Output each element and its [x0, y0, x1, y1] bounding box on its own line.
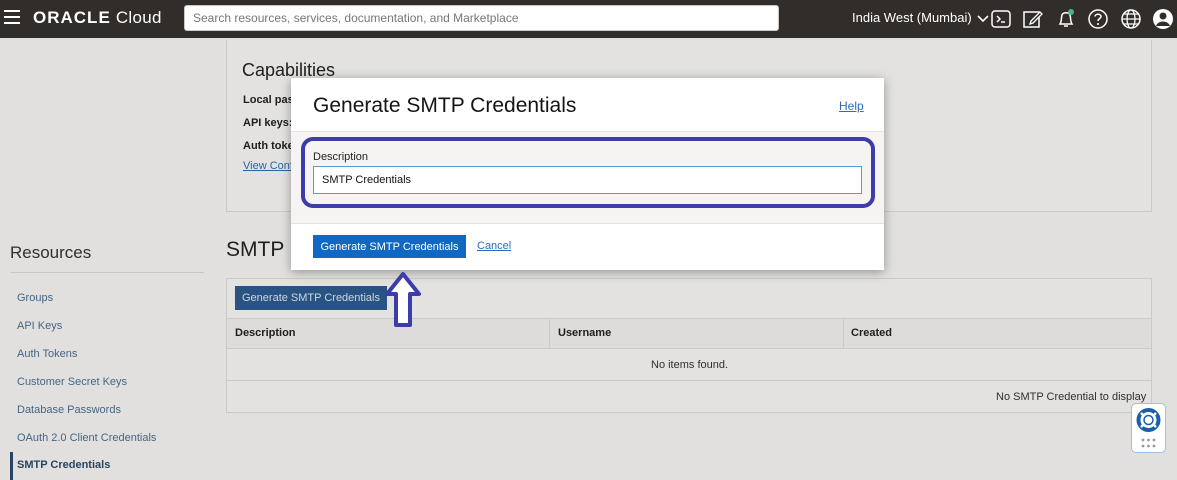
logo-brand: ORACLE: [33, 8, 111, 27]
dialog-title: Generate SMTP Credentials: [313, 94, 577, 117]
annotation-arrow-up-icon: [385, 272, 421, 327]
user-icon[interactable]: [1152, 8, 1174, 30]
logo-product: Cloud: [115, 8, 162, 27]
generate-smtp-credentials-submit-button[interactable]: Generate SMTP Credentials: [313, 235, 466, 258]
menu-icon[interactable]: [4, 10, 20, 24]
help-icon[interactable]: [1087, 8, 1109, 30]
annotation-highlight-ring: [301, 137, 875, 208]
region-label: India West (Mumbai): [852, 10, 972, 25]
help-link[interactable]: Help: [839, 99, 864, 113]
cloud-shell-icon[interactable]: [990, 8, 1012, 30]
oracle-cloud-logo[interactable]: ORACLE Cloud: [33, 8, 162, 28]
support-widget[interactable]: [1131, 403, 1166, 453]
edit-icon[interactable]: [1022, 8, 1044, 30]
search-box[interactable]: [184, 5, 779, 31]
chevron-down-icon: [977, 14, 989, 22]
drag-handle-icon[interactable]: [1132, 437, 1165, 451]
globe-icon[interactable]: [1120, 8, 1142, 30]
cancel-link[interactable]: Cancel: [477, 240, 511, 252]
top-navigation-bar: ORACLE Cloud India West (Mumbai): [0, 0, 1177, 38]
notifications-icon[interactable]: [1055, 8, 1077, 30]
lifebuoy-icon: [1136, 408, 1161, 432]
region-selector[interactable]: India West (Mumbai): [852, 10, 989, 25]
search-input[interactable]: [185, 6, 778, 30]
